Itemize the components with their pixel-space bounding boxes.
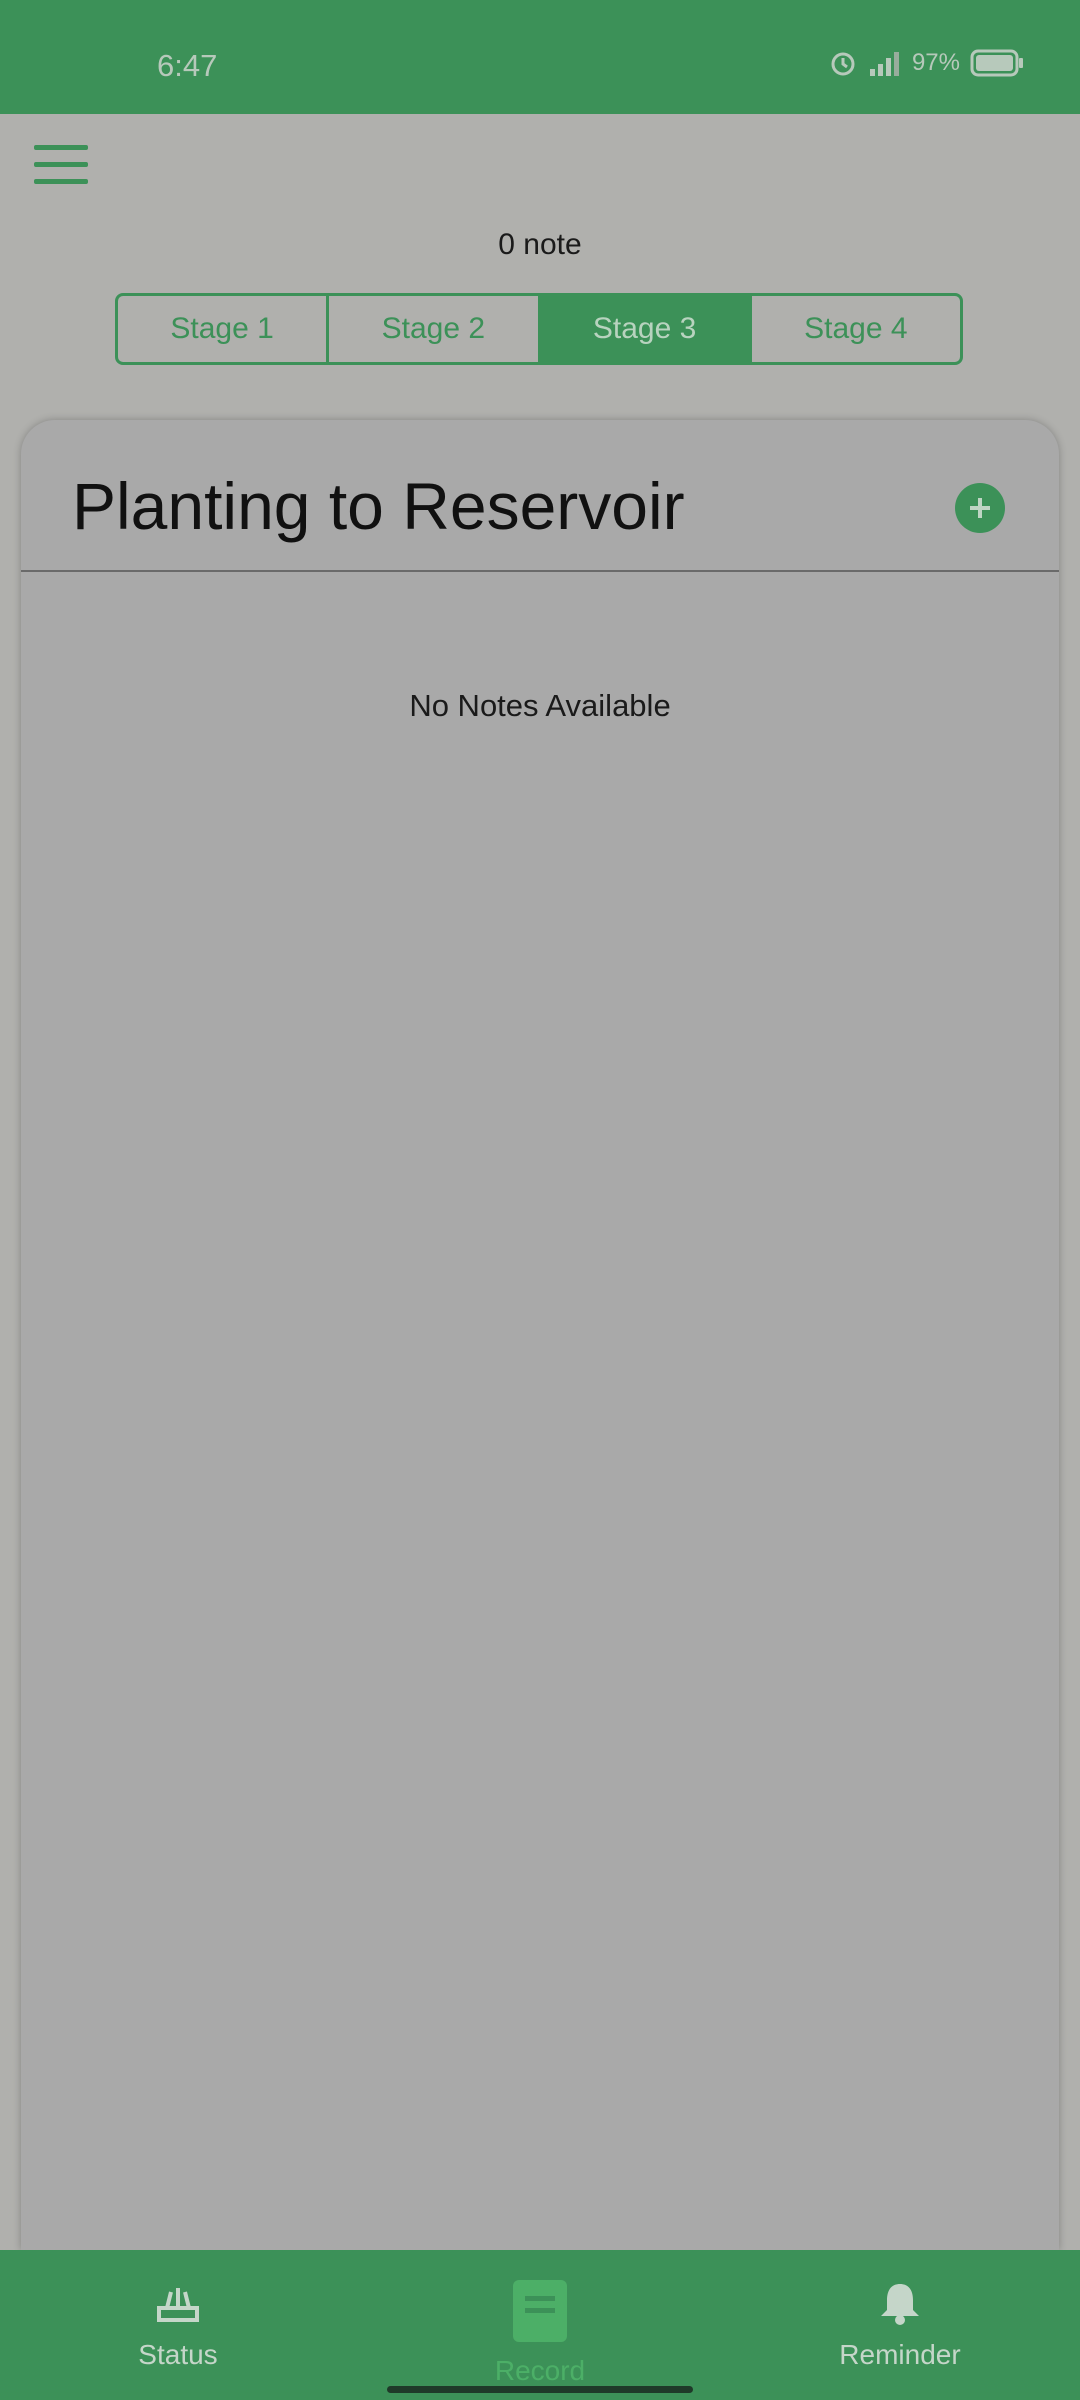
tab-stage-2[interactable]: Stage 2 [329,296,541,362]
signal-icon [869,52,899,76]
tab-stage-3[interactable]: Stage 3 [540,296,752,362]
nav-reminder[interactable]: Reminder [800,2278,1000,2371]
battery-percent: 97% [911,49,960,76]
card-divider [21,570,1059,572]
status-icons: 97% [828,48,1024,78]
plus-icon [970,498,990,518]
empty-notes-message: No Notes Available [409,688,671,723]
card-title: Planting to Reservoir [72,469,685,543]
tab-stage-1[interactable]: Stage 1 [118,296,330,362]
nav-record-label: Record [494,2355,586,2386]
nav-status[interactable]: Status [78,2278,278,2371]
bottom-nav: Status Record Reminder [0,2250,1080,2400]
add-note-button[interactable] [955,483,1005,533]
bell-icon [881,2284,919,2325]
alarm-icon [831,52,855,76]
notebook-icon [513,2280,567,2342]
tab-stage-4[interactable]: Stage 4 [752,296,960,362]
plant-icon [157,2288,199,2322]
battery-icon [970,49,1023,77]
nav-reminder-label: Reminder [839,2339,961,2370]
status-bar: 6:47 97% [0,0,1080,114]
nav-record[interactable]: Record [440,2278,640,2387]
status-time: 6:47 [157,48,218,83]
nav-status-label: Status [138,2339,218,2370]
stage-tabs: Stage 1 Stage 2 Stage 3 Stage 4 [115,293,963,365]
notes-card: Planting to Reservoir No Notes Available [21,420,1059,2250]
home-indicator [387,2386,693,2393]
menu-icon[interactable] [34,145,88,189]
note-count: 0 note [498,228,582,261]
